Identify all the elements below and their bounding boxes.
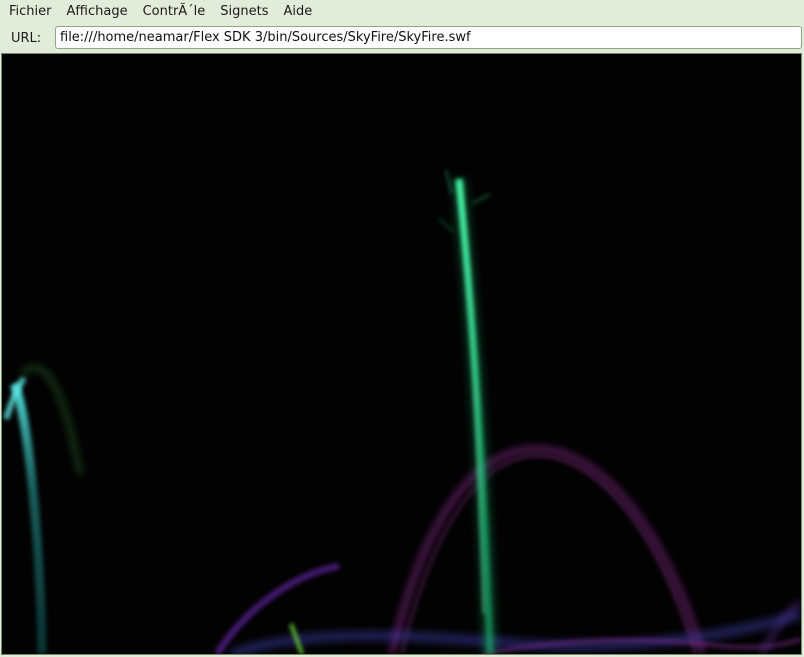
- flash-stage[interactable]: [1, 53, 802, 655]
- flash-player-window: Fichier Affichage ContrÃ´le Signets Aide…: [0, 0, 804, 657]
- menu-aide[interactable]: Aide: [276, 0, 320, 24]
- menu-controle[interactable]: ContrÃ´le: [135, 0, 213, 24]
- menu-affichage[interactable]: Affichage: [59, 0, 135, 24]
- url-input[interactable]: [55, 26, 802, 49]
- menu-signets[interactable]: Signets: [212, 0, 275, 24]
- spark-left: [445, 169, 453, 195]
- purple-firework-trail-core: [400, 454, 697, 654]
- menu-fichier[interactable]: Fichier: [0, 0, 59, 24]
- url-label: URL:: [11, 31, 42, 46]
- spark-right: [471, 193, 491, 205]
- url-bar: URL:: [0, 25, 804, 52]
- spark-lower-left: [438, 218, 455, 233]
- fireworks-canvas: [3, 169, 801, 654]
- menu-bar: Fichier Affichage ContrÃ´le Signets Aide: [0, 0, 804, 24]
- teal-firework-trail: [9, 381, 47, 654]
- purple-firework-trail: [388, 445, 706, 654]
